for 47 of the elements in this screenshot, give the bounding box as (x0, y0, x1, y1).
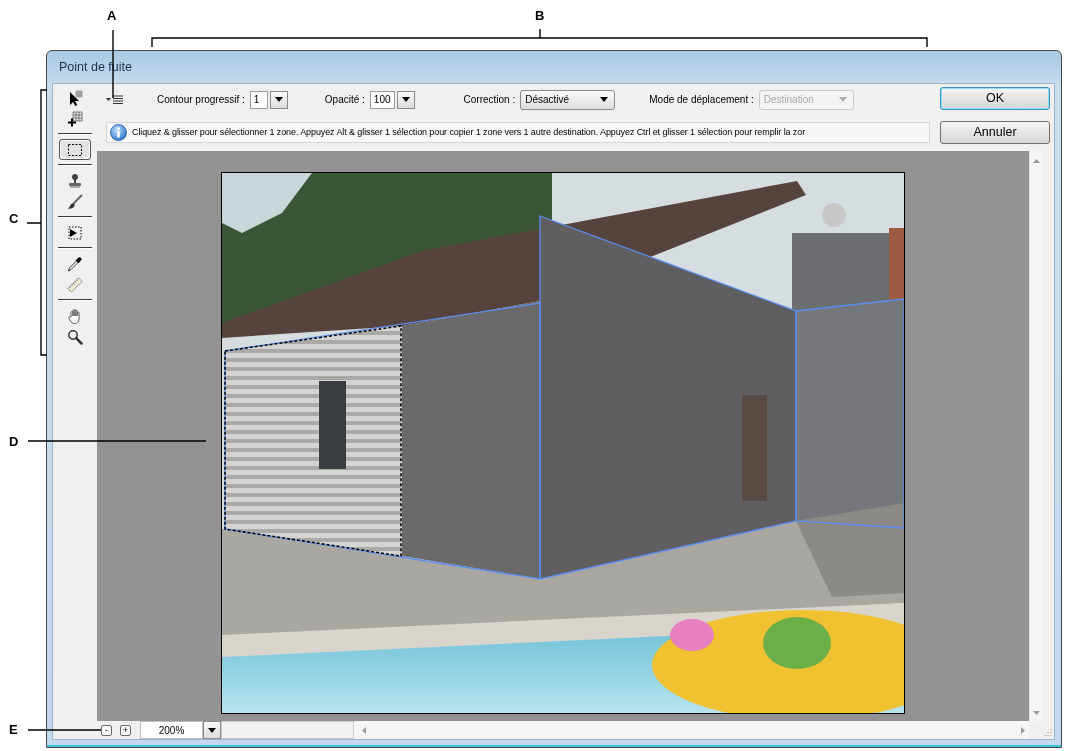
field-label: Contour progressif : (157, 93, 245, 107)
callout-letter: E (9, 722, 18, 737)
zoom-icon[interactable] (67, 328, 83, 345)
hand-icon[interactable] (67, 307, 83, 324)
cancel-button[interactable]: Annuler (940, 121, 1050, 144)
up-arrow-icon[interactable] (1032, 159, 1040, 163)
right-arrow-icon[interactable] (1021, 726, 1025, 734)
caret-icon[interactable] (274, 97, 283, 102)
marquee-tool[interactable] (59, 139, 91, 160)
info-message: Cliquez & glisser pour sélectionner 1 zone. Appuyez Alt & glisser 1 sélection pour copier 1 zone vers 1 autre destination. Appuyez Ctrl et glisser 1 sélection pour remplir la zor (132, 125, 806, 139)
resize-grip-icon[interactable] (1043, 728, 1052, 737)
field-label: Correction : (463, 93, 516, 107)
field-label: Opacité : (324, 93, 365, 107)
value-field[interactable]: 1 (249, 90, 268, 109)
selection-marquee[interactable] (224, 325, 402, 557)
caret-icon[interactable] (401, 97, 410, 102)
callout-letter: C (9, 211, 19, 226)
callout-letter: D (9, 434, 19, 449)
brush-icon[interactable] (67, 193, 83, 210)
value-field[interactable]: 100 (369, 90, 395, 109)
dropdown-button[interactable] (269, 90, 288, 109)
menu-icon[interactable] (106, 95, 124, 104)
left-arrow-icon[interactable] (362, 726, 366, 734)
zoom-out-button[interactable]: - (101, 724, 112, 736)
callout-letter: B (535, 8, 545, 23)
dropdown-select[interactable]: Désactivé (520, 89, 616, 110)
zoom-in-button[interactable]: + (120, 724, 131, 736)
dropdown-button[interactable] (203, 721, 221, 739)
grid-plus-icon[interactable] (67, 110, 83, 127)
callout-letter: A (107, 8, 117, 23)
perspective-plane[interactable] (224, 302, 541, 580)
ok-button[interactable]: OK (940, 87, 1050, 110)
dropdown-button[interactable] (396, 90, 415, 109)
eyedropper-icon[interactable] (67, 255, 83, 272)
cursor-grid-icon[interactable] (67, 89, 83, 106)
down-arrow-icon[interactable] (1032, 711, 1040, 715)
stamp-icon[interactable] (67, 172, 83, 189)
zoom-field[interactable]: 200% (140, 721, 203, 739)
vertical-scrollbar[interactable] (1029, 151, 1042, 721)
transform-icon[interactable] (67, 224, 83, 241)
caret-icon[interactable] (600, 97, 609, 102)
marquee-icon[interactable] (67, 141, 83, 158)
perspective-plane[interactable] (539, 215, 797, 580)
horizontal-scrollbar[interactable] (354, 721, 1029, 739)
caret-icon[interactable] (208, 727, 216, 733)
callout-line (112, 30, 114, 98)
field-label: Mode de déplacement : (649, 93, 754, 107)
